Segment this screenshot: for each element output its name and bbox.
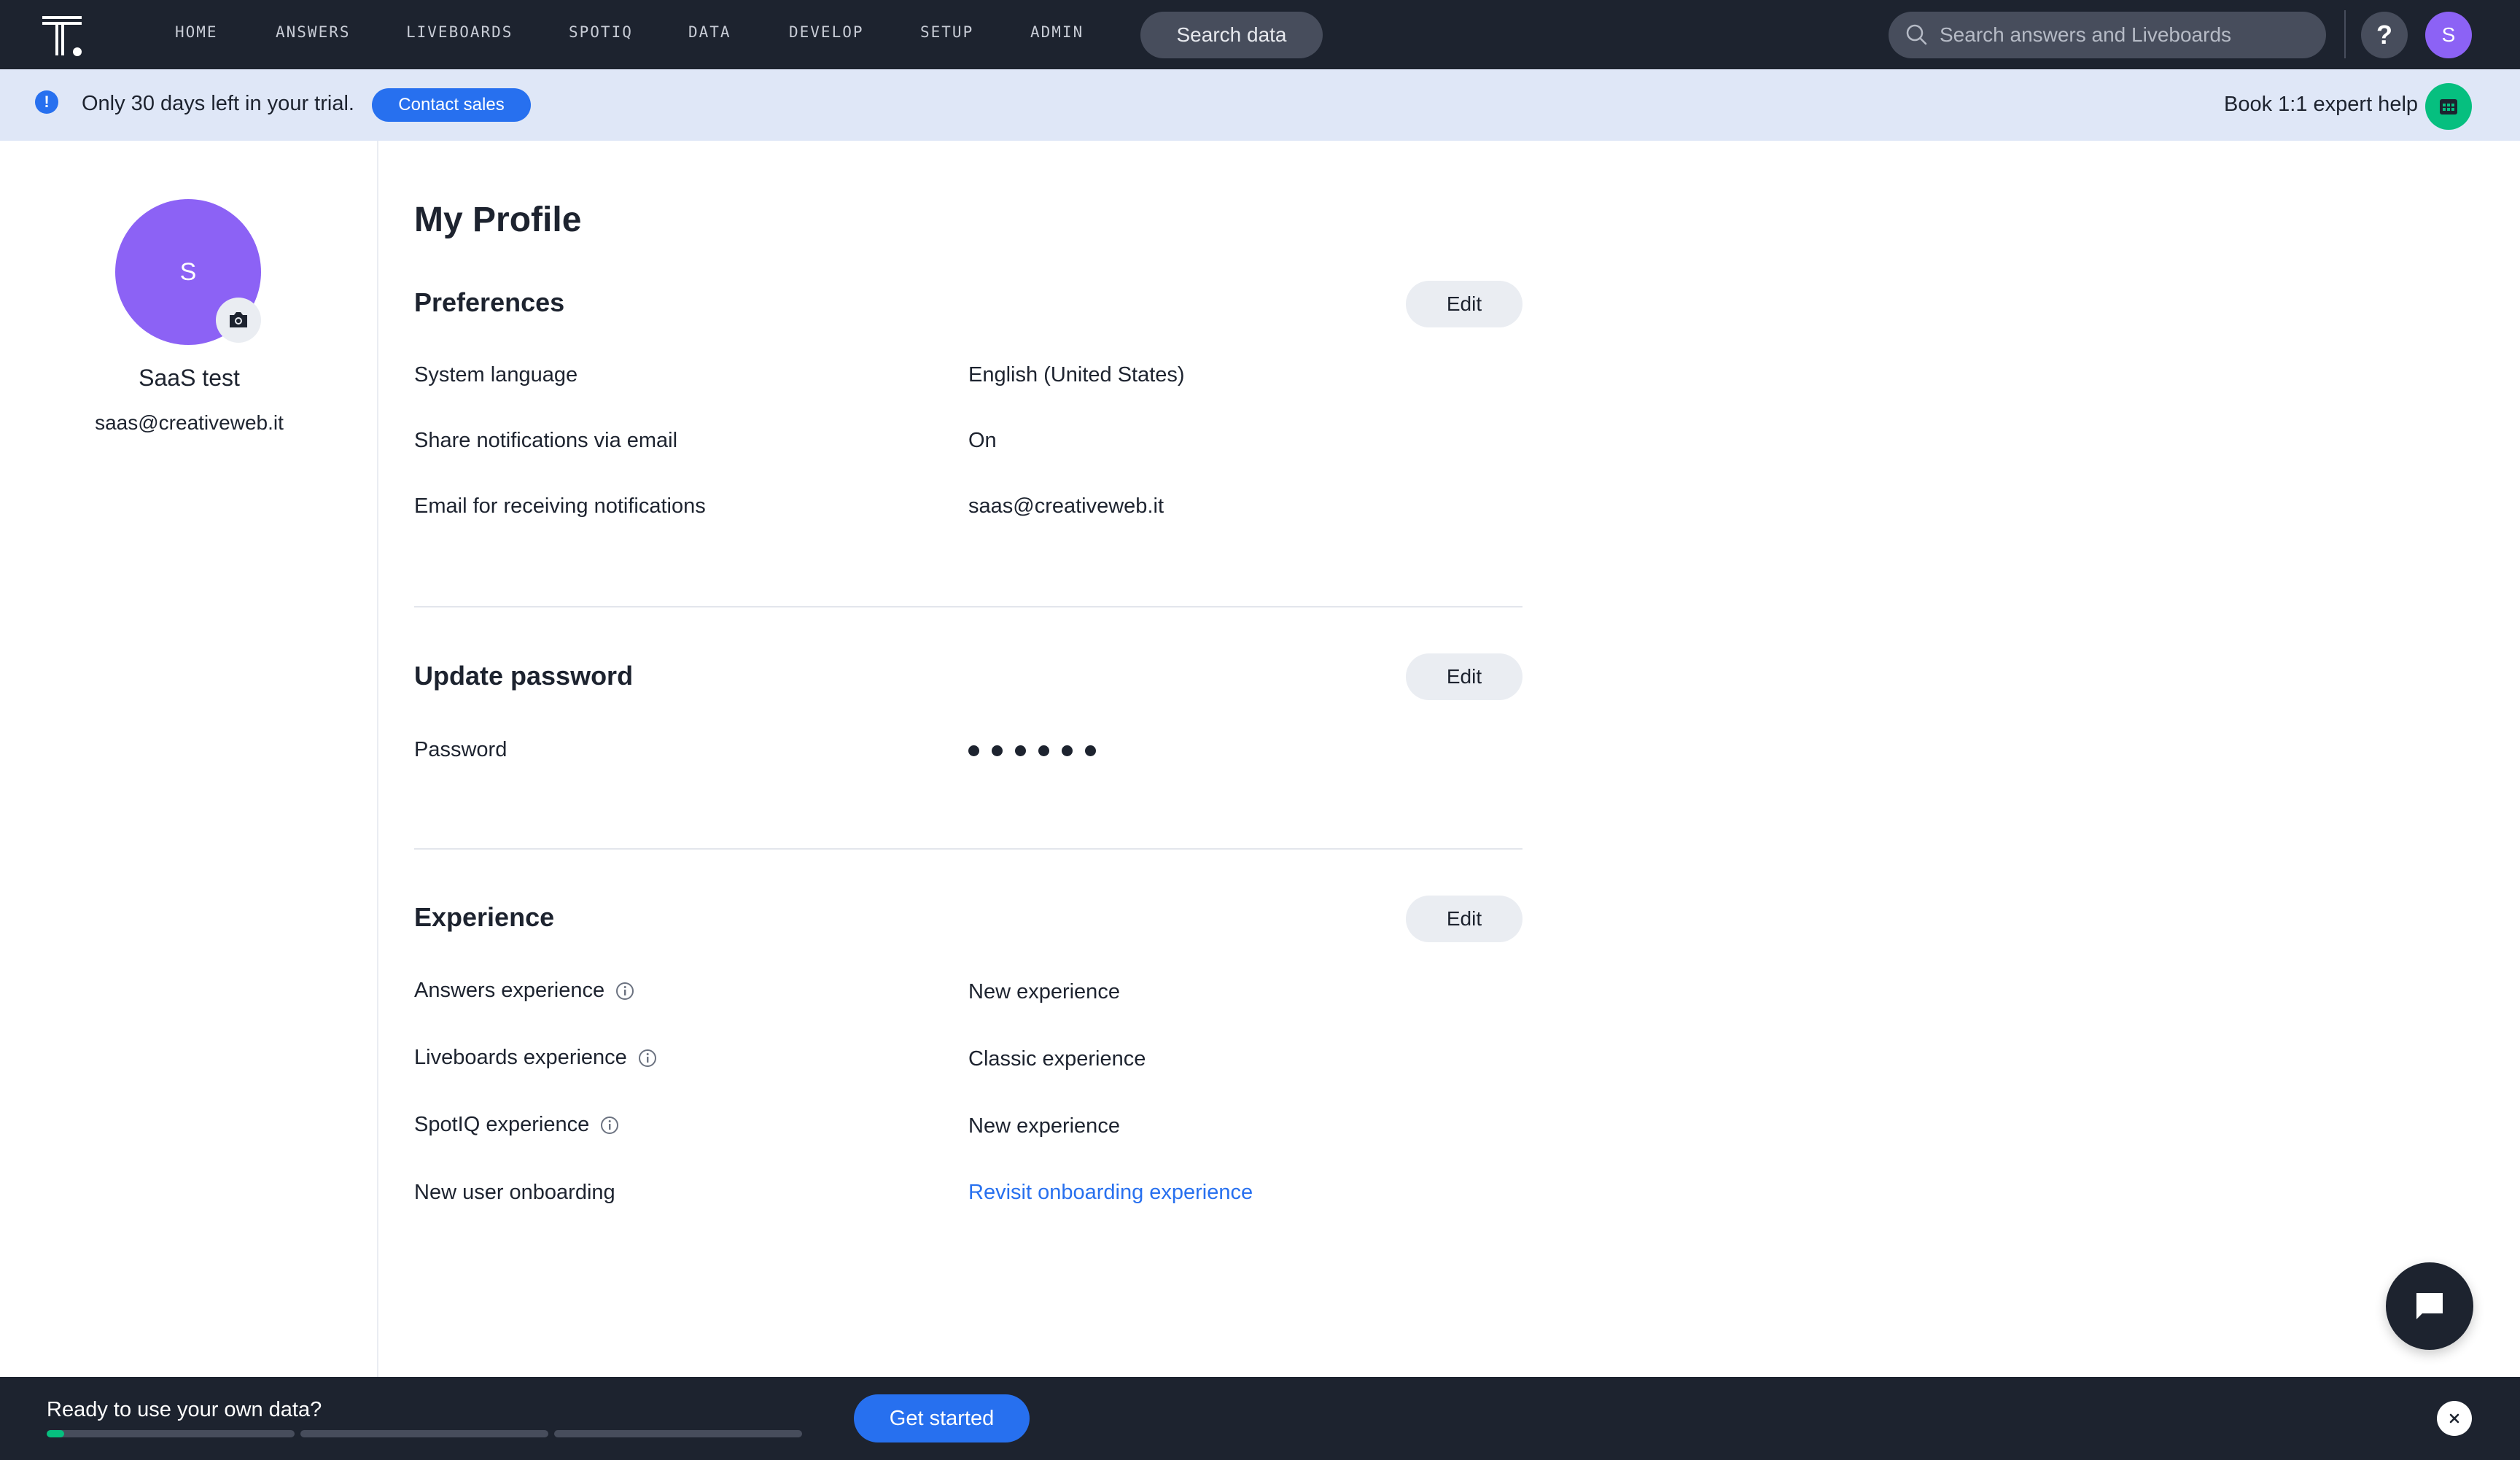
contact-sales-button[interactable]: Contact sales	[372, 88, 531, 122]
nav-answers[interactable]: ANSWERS	[276, 23, 351, 41]
notification-email-value: saas@creativeweb.it	[968, 494, 1164, 518]
profile-name: SaaS test	[139, 365, 240, 391]
nav-home[interactable]: HOME	[175, 23, 218, 41]
update-password-title: Update password	[414, 661, 634, 691]
password-dot	[1015, 745, 1026, 756]
alert-icon: !	[35, 90, 58, 114]
liveboards-experience-label: Liveboards experience	[414, 1046, 658, 1070]
thoughtspot-logo-icon[interactable]	[42, 15, 85, 57]
nav-liveboards[interactable]: LIVEBOARDS	[406, 23, 513, 41]
book-expert-help-link[interactable]: Book 1:1 expert help	[2224, 93, 2418, 117]
top-navigation-bar: HOME ANSWERS LIVEBOARDS SPOTIQ DATA DEVE…	[0, 0, 2520, 69]
nav-data[interactable]: DATA	[688, 23, 731, 41]
nav-develop[interactable]: DEVELOP	[789, 23, 864, 41]
section-divider	[414, 606, 1522, 607]
password-masked-value	[968, 745, 1096, 756]
password-dot	[968, 745, 979, 756]
calendar-icon[interactable]	[2425, 83, 2472, 130]
notification-email-label: Email for receiving notifications	[414, 494, 706, 518]
system-language-label: System language	[414, 363, 578, 387]
user-onboarding-label: New user onboarding	[414, 1181, 615, 1204]
search-input[interactable]	[1940, 23, 2319, 47]
password-dot	[1062, 745, 1073, 756]
info-icon[interactable]	[599, 1115, 620, 1135]
camera-icon[interactable]	[216, 298, 261, 343]
edit-password-button[interactable]: Edit	[1406, 653, 1522, 700]
liveboards-experience-value: Classic experience	[968, 1047, 1146, 1071]
password-dot	[1038, 745, 1049, 756]
nav-setup[interactable]: SETUP	[920, 23, 973, 41]
spotiq-experience-value: New experience	[968, 1114, 1120, 1138]
password-label: Password	[414, 738, 508, 761]
user-avatar-button[interactable]: S	[2425, 12, 2472, 58]
nav-admin[interactable]: ADMIN	[1030, 23, 1084, 41]
password-dot	[1085, 745, 1096, 756]
search-data-button[interactable]: Search data	[1140, 12, 1323, 58]
profile-email: saas@creativeweb.it	[95, 411, 284, 434]
chat-icon	[2416, 1293, 2443, 1319]
section-divider	[414, 848, 1522, 850]
info-icon[interactable]	[615, 981, 635, 1001]
liveboards-experience-text: Liveboards experience	[414, 1046, 627, 1069]
revisit-onboarding-link[interactable]: Revisit onboarding experience	[968, 1181, 1253, 1205]
nav-spotiq[interactable]: SPOTIQ	[569, 23, 633, 41]
edit-preferences-button[interactable]: Edit	[1406, 281, 1522, 327]
onboarding-prompt: Ready to use your own data?	[47, 1398, 322, 1421]
search-icon	[1906, 24, 1927, 45]
spotiq-experience-label: SpotIQ experience	[414, 1113, 620, 1137]
chat-button[interactable]	[2386, 1262, 2473, 1350]
system-language-value: English (United States)	[968, 363, 1185, 387]
preferences-title: Preferences	[414, 287, 565, 317]
nav-divider	[2344, 10, 2346, 58]
info-icon[interactable]	[637, 1048, 658, 1068]
answers-experience-value: New experience	[968, 980, 1120, 1003]
page-title: My Profile	[414, 201, 582, 239]
share-notifications-value: On	[968, 429, 997, 452]
trial-message: Only 30 days left in your trial.	[82, 92, 354, 115]
edit-experience-button[interactable]: Edit	[1406, 896, 1522, 942]
help-button[interactable]: ?	[2361, 12, 2408, 58]
onboarding-bar	[0, 1377, 2520, 1460]
password-dot	[992, 745, 1003, 756]
answers-experience-text: Answers experience	[414, 979, 605, 1002]
spotiq-experience-text: SpotIQ experience	[414, 1113, 590, 1136]
experience-title: Experience	[414, 902, 555, 932]
global-search-box[interactable]	[1889, 12, 2326, 58]
answers-experience-label: Answers experience	[414, 979, 635, 1003]
share-notifications-label: Share notifications via email	[414, 429, 678, 452]
progress-segment-2	[300, 1430, 548, 1437]
progress-fill	[47, 1430, 64, 1437]
close-icon[interactable]	[2437, 1401, 2472, 1436]
progress-segment-1	[47, 1430, 295, 1437]
get-started-button[interactable]: Get started	[854, 1394, 1030, 1442]
progress-segment-3	[554, 1430, 802, 1437]
